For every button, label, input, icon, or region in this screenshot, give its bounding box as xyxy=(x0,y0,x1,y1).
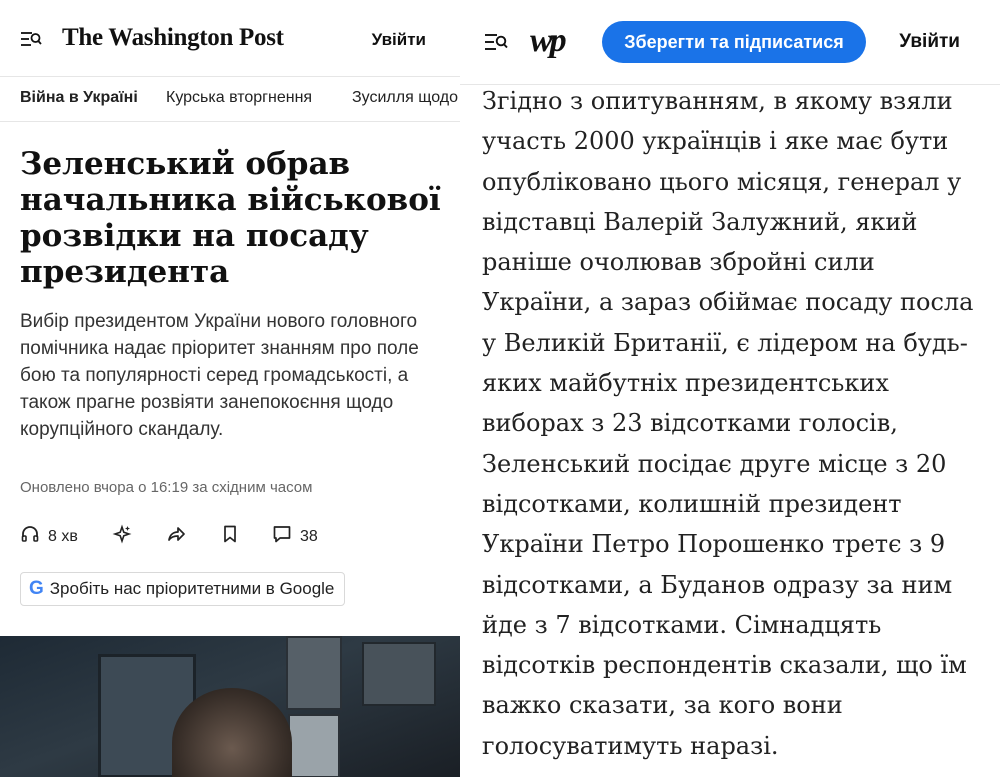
right-screenshot: wp Зберегти та підписатися Увійти Згідно… xyxy=(460,0,1000,777)
body-line: яких майбутніх президентських xyxy=(482,369,889,398)
ai-summary-button[interactable] xyxy=(112,524,132,549)
photo-wall-frame xyxy=(288,714,340,777)
updated-timestamp: Оновлено вчора о 16:19 за східним часом xyxy=(20,479,313,496)
body-line: раніше очолював збройні сили xyxy=(482,248,875,277)
top-bar: The Washington Post Увійти xyxy=(0,0,460,77)
google-button-label: Зробіть нас пріоритетними в Google xyxy=(49,579,335,598)
bookmark-button[interactable] xyxy=(220,524,240,549)
body-line: участь 2000 українців і яке має бути xyxy=(482,127,949,156)
article-headline: Зеленський обрав начальника військової р… xyxy=(20,146,441,290)
menu-search-icon[interactable] xyxy=(484,32,508,52)
google-preferred-source-button[interactable]: G Зробіть нас пріоритетними в Google xyxy=(20,572,346,606)
article-dek: Вибір президентом України нового головно… xyxy=(20,311,419,440)
section-item-efforts[interactable]: Зусилля щодо xyxy=(352,89,458,107)
comments-button[interactable]: 38 xyxy=(272,524,318,549)
body-line: виборах з 23 відсотками голосів, xyxy=(482,409,898,438)
body-line: України, а зараз обіймає посаду посла xyxy=(482,288,974,317)
body-line: Згідно з опитуванням, в якому взяли xyxy=(482,87,953,115)
save-and-subscribe-button[interactable]: Зберегти та підписатися xyxy=(602,21,866,63)
washington-post-logo[interactable]: The Washington Post xyxy=(62,24,284,52)
body-line: України Петро Порошенко третє з 9 xyxy=(482,530,946,559)
body-line: опубліковано цього місяця, генерал у xyxy=(482,167,962,196)
login-link[interactable]: Увійти xyxy=(372,30,426,50)
body-line: відставці Валерій Залужний, який xyxy=(482,207,918,236)
body-line: Зеленський посідає друге місце з 20 xyxy=(482,449,947,478)
body-line: важко сказати, за кого вони xyxy=(482,691,843,720)
photo-wall-frame xyxy=(286,636,342,710)
headphones-icon xyxy=(20,524,40,549)
article-body: Згідно з опитуванням, в якому взяли учас… xyxy=(482,81,982,766)
left-screenshot: The Washington Post Увійти Війна в Украї… xyxy=(0,0,460,777)
body-line: відсотків респондентів сказали, що їм xyxy=(482,651,967,680)
listen-button[interactable]: 8 хв xyxy=(20,524,78,549)
share-arrow-icon xyxy=(166,524,186,549)
share-button[interactable] xyxy=(166,524,186,549)
login-link[interactable]: Увійти xyxy=(899,31,960,53)
body-line: відсотками, а Буданов одразу за ним xyxy=(482,570,953,599)
section-item-war-in-ukraine[interactable]: Війна в Україні xyxy=(20,89,138,107)
sparkle-icon xyxy=(112,524,132,549)
washington-post-monogram-logo[interactable]: wp xyxy=(530,22,567,60)
body-line: у Великій Британії, є лідером на будь- xyxy=(482,328,968,357)
article-actions: 8 хв 38 xyxy=(20,524,440,550)
comment-icon xyxy=(272,524,292,549)
bookmark-icon xyxy=(220,524,240,549)
article-lead-photo xyxy=(0,636,460,777)
section-item-kursk-incursion[interactable]: Курська вторгнення xyxy=(166,89,312,107)
photo-wall-frame xyxy=(362,642,436,706)
body-line: відсотками, колишній президент xyxy=(482,489,902,518)
top-bar: wp Зберегти та підписатися Увійти xyxy=(460,0,1000,85)
body-line: йде з 7 відсотками. Сімнадцять xyxy=(482,610,882,639)
section-nav: Війна в Україні Курська вторгнення Зусил… xyxy=(0,77,460,122)
comments-count: 38 xyxy=(300,527,318,545)
menu-search-icon[interactable] xyxy=(20,30,42,48)
body-line: голосуватимуть наразі. xyxy=(482,731,779,760)
listen-duration: 8 хв xyxy=(48,527,78,545)
google-logo-icon: G xyxy=(29,578,44,599)
